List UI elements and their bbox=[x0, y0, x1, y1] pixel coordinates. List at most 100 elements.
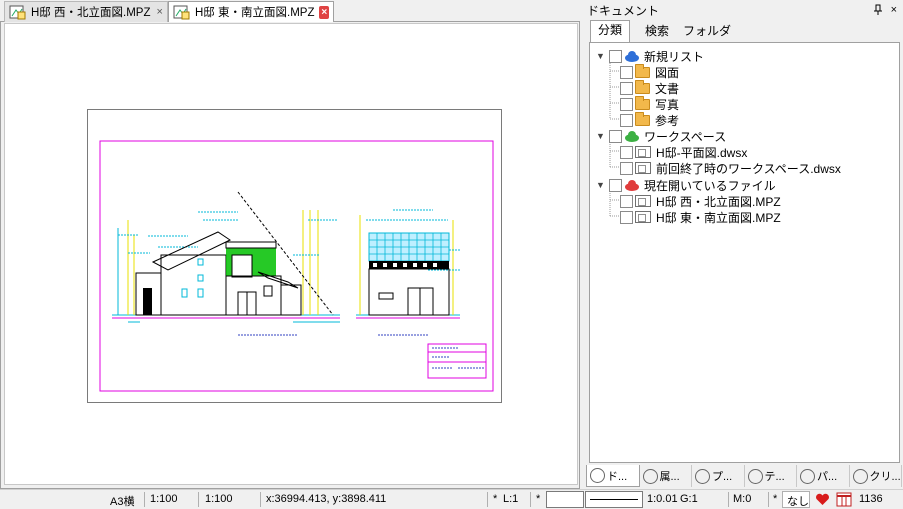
tree-label: 新規リスト bbox=[644, 49, 705, 64]
tree-item-sanko[interactable]: 参考 bbox=[620, 111, 679, 128]
grid-calendar-icon[interactable] bbox=[836, 492, 852, 507]
tree-label: H邸 東・南立面図.MPZ bbox=[656, 210, 781, 225]
elevation-drawing bbox=[99, 140, 494, 392]
tree-label: 図面 bbox=[655, 65, 680, 80]
bottom-tab-label: テ... bbox=[764, 471, 785, 483]
tree-label: H邸 西・北立面図.MPZ bbox=[656, 194, 781, 209]
tree-item-shashin[interactable]: 写真 bbox=[620, 95, 680, 112]
tree-checkbox[interactable] bbox=[609, 129, 622, 143]
tab-search[interactable]: 検索 bbox=[638, 22, 676, 42]
properties-panel-icon bbox=[695, 468, 710, 484]
status-line-scale[interactable]: 1:0.01 bbox=[647, 493, 678, 505]
close-tab-icon[interactable]: × bbox=[319, 5, 329, 19]
tree-label: 写真 bbox=[655, 97, 680, 112]
status-star: * bbox=[536, 493, 541, 505]
doc-tab-label: H邸 西・北立面図.MPZ bbox=[31, 7, 151, 19]
tree-item-bunsho[interactable]: 文書 bbox=[620, 79, 680, 96]
document-panel: ドキュメント × 分類 検索 フォルダ ▼ 新規リスト 図面 文書 写真 参考 … bbox=[583, 0, 903, 489]
status-star: * bbox=[493, 493, 498, 505]
tree-checkbox[interactable] bbox=[620, 210, 633, 224]
status-scale[interactable]: 1:100 bbox=[150, 493, 178, 505]
bottom-tab-parts[interactable]: パ... bbox=[797, 465, 850, 487]
tree-item-workspace-last[interactable]: 前回終了時のワークスペース.dwsx bbox=[620, 160, 841, 176]
document-tree: ▼ 新規リスト 図面 文書 写真 参考 ▼ ワークスペース H邸-平面図.dws… bbox=[589, 42, 900, 463]
bottom-tab-label: パ... bbox=[817, 471, 838, 483]
tree-label: H邸-平面図.dwsx bbox=[656, 145, 748, 160]
tree-label: 文書 bbox=[655, 81, 680, 96]
doc-tab-west-north[interactable]: H邸 西・北立面図.MPZ × bbox=[4, 1, 168, 22]
status-paper-size[interactable]: A3横 bbox=[110, 493, 134, 509]
snap-mode-box[interactable]: なし bbox=[782, 491, 810, 508]
drawing-area bbox=[0, 22, 580, 489]
tree-node-new-list[interactable]: ▼ 新規リスト bbox=[596, 48, 704, 64]
tree-checkbox[interactable] bbox=[620, 145, 633, 159]
green-cloud-icon bbox=[625, 130, 639, 142]
workspace-file-icon bbox=[635, 162, 651, 174]
tree-checkbox[interactable] bbox=[620, 65, 633, 79]
heart-icon[interactable] bbox=[815, 493, 830, 506]
collapse-chevron-icon[interactable]: ▼ bbox=[596, 180, 606, 190]
bottom-tab-label: クリ... bbox=[869, 471, 901, 483]
doc-tab-east-south[interactable]: H邸 東・南立面図.MPZ × bbox=[168, 1, 334, 23]
status-coordinates: x:36994.413, y:3898.411 bbox=[266, 493, 387, 505]
status-count: 1136 bbox=[859, 493, 883, 505]
bottom-tab-template[interactable]: テ... bbox=[745, 465, 797, 487]
east-south-elevation bbox=[356, 209, 460, 336]
panel-tab-bar: 分類 検索 フォルダ bbox=[588, 20, 903, 42]
close-tab-icon[interactable]: × bbox=[156, 6, 162, 18]
tab-classification[interactable]: 分類 bbox=[590, 20, 631, 42]
close-panel-icon[interactable]: × bbox=[891, 4, 897, 16]
status-star: * bbox=[773, 493, 778, 505]
bottom-tab-document[interactable]: ド... bbox=[586, 465, 640, 487]
tree-checkbox[interactable] bbox=[609, 178, 622, 192]
tree-node-workspace[interactable]: ▼ ワークスペース bbox=[596, 128, 726, 144]
tab-folder[interactable]: フォルダ bbox=[676, 22, 738, 42]
bottom-tab-label: プ... bbox=[712, 471, 733, 483]
tree-checkbox[interactable] bbox=[609, 49, 622, 63]
folder-icon bbox=[635, 111, 650, 126]
status-group[interactable]: G:1 bbox=[680, 493, 698, 505]
status-scale-secondary[interactable]: 1:100 bbox=[205, 493, 233, 505]
bottom-tab-label: ド... bbox=[607, 470, 628, 483]
drawing-canvas[interactable] bbox=[4, 23, 578, 485]
pin-icon[interactable] bbox=[873, 4, 883, 16]
panel-bottom-tabs: ド... 属... プ... テ... パ... クリ... bbox=[586, 465, 902, 487]
paper-sheet bbox=[87, 109, 502, 403]
tree-item-zumen[interactable]: 図面 bbox=[620, 63, 680, 80]
status-mode[interactable]: M:0 bbox=[733, 493, 751, 505]
document-panel-icon bbox=[590, 468, 605, 483]
tree-label: ワークスペース bbox=[644, 129, 727, 144]
tree-item-workspace-plan[interactable]: H邸-平面図.dwsx bbox=[620, 144, 747, 160]
bottom-tab-properties[interactable]: プ... bbox=[692, 465, 745, 487]
panel-title: ドキュメント bbox=[587, 3, 660, 18]
clip-panel-icon bbox=[852, 468, 868, 484]
folder-icon bbox=[635, 63, 650, 78]
tree-checkbox[interactable] bbox=[620, 81, 633, 95]
collapse-chevron-icon[interactable]: ▼ bbox=[596, 51, 606, 61]
tree-checkbox[interactable] bbox=[620, 194, 633, 208]
status-snap-none: なし bbox=[787, 496, 809, 508]
drawing-file-icon bbox=[635, 195, 651, 207]
folder-icon bbox=[635, 79, 650, 94]
status-layer[interactable]: L:1 bbox=[503, 493, 518, 505]
workspace-file-icon bbox=[635, 146, 651, 158]
bottom-tab-clip[interactable]: クリ... bbox=[850, 465, 902, 487]
tree-checkbox[interactable] bbox=[620, 113, 633, 127]
folder-icon bbox=[635, 95, 650, 110]
red-cloud-icon bbox=[625, 179, 639, 191]
line-type-preview[interactable] bbox=[585, 491, 643, 508]
tree-item-open-east-south[interactable]: H邸 東・南立面図.MPZ bbox=[620, 209, 781, 225]
parts-panel-icon bbox=[800, 468, 815, 484]
tree-label: 現在開いているファイル bbox=[644, 178, 776, 193]
tree-node-open-files[interactable]: ▼ 現在開いているファイル bbox=[596, 177, 776, 193]
color-swatch[interactable] bbox=[546, 491, 584, 508]
blue-cloud-icon bbox=[625, 50, 639, 62]
tree-item-open-west-north[interactable]: H邸 西・北立面図.MPZ bbox=[620, 193, 781, 209]
tree-checkbox[interactable] bbox=[620, 161, 633, 175]
tree-checkbox[interactable] bbox=[620, 97, 633, 111]
bottom-tab-attributes[interactable]: 属... bbox=[640, 465, 692, 487]
template-panel-icon bbox=[747, 468, 763, 484]
status-bar: A3横 1:100 1:100 x:36994.413, y:3898.411 … bbox=[0, 489, 903, 509]
document-tab-bar: H邸 西・北立面図.MPZ × H邸 東・南立面図.MPZ × bbox=[0, 0, 580, 23]
collapse-chevron-icon[interactable]: ▼ bbox=[596, 131, 606, 141]
